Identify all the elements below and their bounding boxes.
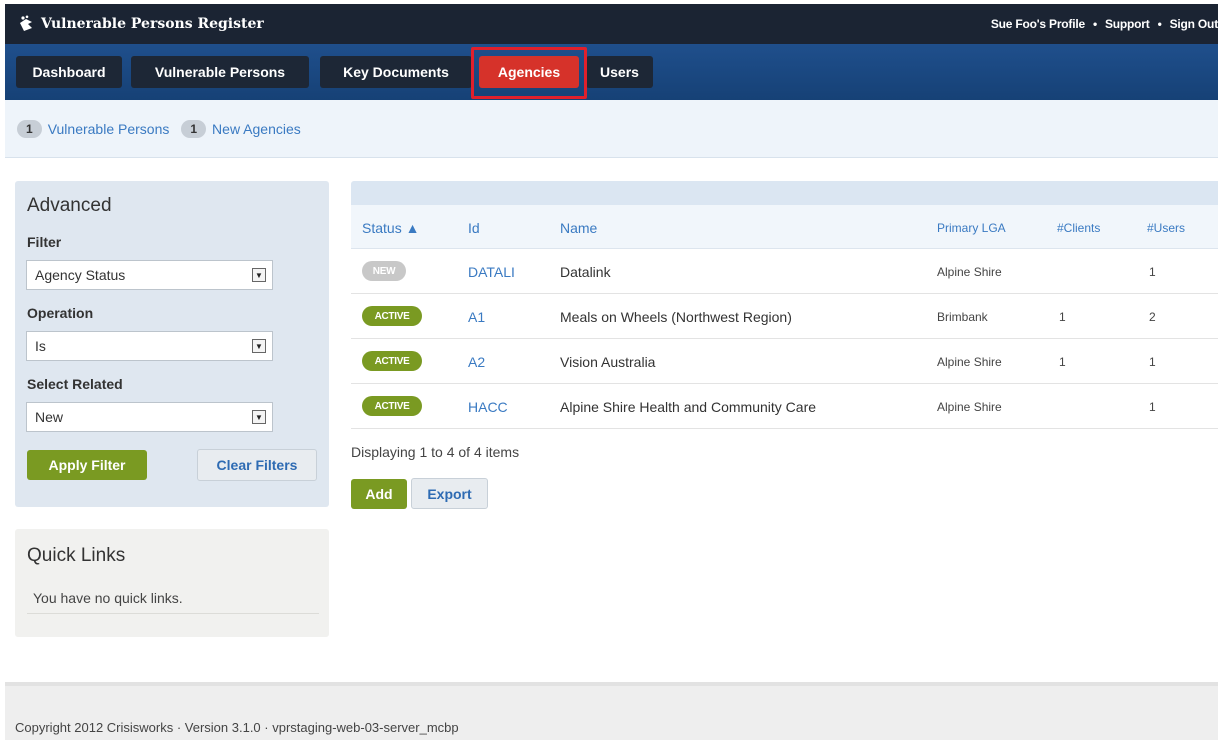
pill-label: New Agencies <box>212 120 301 137</box>
row-name: Meals on Wheels (Northwest Region) <box>560 309 792 325</box>
dropdown-arrow-icon: ▼ <box>252 410 266 424</box>
footer-text: Copyright 2012 Crisisworks · Version 3.1… <box>15 720 459 735</box>
row-users: 2 <box>1149 310 1156 324</box>
top-bar: Vulnerable Persons Register Sue Foo's Pr… <box>5 4 1218 44</box>
column-header-clients[interactable]: #Clients <box>1057 221 1100 235</box>
quick-links-title: Quick Links <box>27 545 126 566</box>
status-badge: ACTIVE <box>362 306 422 326</box>
highlight-box <box>471 47 587 99</box>
apply-filter-button[interactable]: Apply Filter <box>27 450 147 480</box>
column-header-name[interactable]: Name <box>560 220 597 236</box>
sign-out-link[interactable]: Sign Out <box>1170 17 1218 31</box>
operation-select-value: Is <box>35 338 46 354</box>
column-header-status[interactable]: Status ▲ <box>362 220 419 236</box>
advanced-title: Advanced <box>27 195 112 216</box>
main-nav: Dashboard Vulnerable Persons Key Documen… <box>5 44 1218 100</box>
table-row[interactable]: ACTIVE HACC Alpine Shire Health and Comm… <box>351 384 1218 429</box>
count-badge: 1 <box>181 119 207 138</box>
row-id-link[interactable]: HACC <box>468 399 508 415</box>
quick-links-panel: Quick Links You have no quick links. <box>15 529 329 637</box>
table-row[interactable]: NEW DATALI Datalink Alpine Shire 1 <box>351 249 1218 294</box>
pagination-summary: Displaying 1 to 4 of 4 items <box>351 444 520 460</box>
row-users: 1 <box>1149 265 1156 279</box>
divider <box>27 613 319 614</box>
operation-select[interactable]: Is ▼ <box>26 331 273 361</box>
row-users: 1 <box>1149 355 1156 369</box>
row-lga: Brimbank <box>937 310 988 324</box>
column-header-users[interactable]: #Users <box>1147 221 1185 235</box>
filter-select-value: Agency Status <box>35 267 126 283</box>
vulnerable-persons-pill[interactable]: 1 Vulnerable Persons <box>17 119 170 138</box>
operation-label: Operation <box>27 305 94 321</box>
dropdown-arrow-icon: ▼ <box>252 268 266 282</box>
count-badge: 1 <box>17 119 42 138</box>
select-related-label: Select Related <box>27 376 123 392</box>
row-name: Vision Australia <box>560 354 656 370</box>
select-related-value: New <box>35 409 64 425</box>
link-separator: • <box>1092 17 1097 31</box>
export-button[interactable]: Export <box>411 478 488 509</box>
app-title: Vulnerable Persons Register <box>41 16 264 32</box>
footer: Copyright 2012 Crisisworks · Version 3.1… <box>5 682 1218 740</box>
nav-dashboard[interactable]: Dashboard <box>16 56 122 88</box>
select-related-select[interactable]: New ▼ <box>26 402 273 432</box>
row-clients: 1 <box>1059 355 1066 369</box>
row-id-link[interactable]: A2 <box>468 354 485 370</box>
new-agencies-pill[interactable]: 1 New Agencies <box>181 119 301 138</box>
row-clients: 1 <box>1059 310 1066 324</box>
status-badge: NEW <box>362 261 406 281</box>
table-header: Status ▲ Id Name Primary LGA #Clients #U… <box>351 205 1218 249</box>
table-row[interactable]: ACTIVE A1 Meals on Wheels (Northwest Reg… <box>351 294 1218 339</box>
column-header-primary-lga[interactable]: Primary LGA <box>937 221 1006 235</box>
table-row[interactable]: ACTIVE A2 Vision Australia Alpine Shire … <box>351 339 1218 384</box>
nav-key-documents[interactable]: Key Documents <box>320 56 472 88</box>
row-lga: Alpine Shire <box>937 400 1002 414</box>
row-lga: Alpine Shire <box>937 265 1002 279</box>
row-lga: Alpine Shire <box>937 355 1002 369</box>
nav-vulnerable-persons[interactable]: Vulnerable Persons <box>131 56 309 88</box>
row-id-link[interactable]: DATALI <box>468 264 515 280</box>
advanced-filter-panel: Advanced Filter Agency Status ▼ Operatio… <box>15 181 329 507</box>
clear-filters-button[interactable]: Clear Filters <box>197 449 317 481</box>
filter-select[interactable]: Agency Status ▼ <box>26 260 273 290</box>
status-badge: ACTIVE <box>362 396 422 416</box>
status-badge: ACTIVE <box>362 351 422 371</box>
row-users: 1 <box>1149 400 1156 414</box>
row-name: Datalink <box>560 264 611 280</box>
profile-link[interactable]: Sue Foo's Profile <box>991 17 1085 31</box>
hand-logo-icon <box>20 15 32 31</box>
link-separator: • <box>1157 17 1162 31</box>
nav-users[interactable]: Users <box>586 56 653 88</box>
top-links: Sue Foo's Profile • Support • Sign Out <box>991 4 1218 44</box>
row-id-link[interactable]: A1 <box>468 309 485 325</box>
column-header-id[interactable]: Id <box>468 220 480 236</box>
dropdown-arrow-icon: ▼ <box>252 339 266 353</box>
table-toolbar <box>351 181 1218 205</box>
notification-bar: 1 Vulnerable Persons 1 New Agencies <box>5 100 1218 158</box>
quick-links-empty: You have no quick links. <box>33 590 183 606</box>
filter-label: Filter <box>27 234 62 250</box>
row-name: Alpine Shire Health and Community Care <box>560 399 817 415</box>
pill-label: Vulnerable Persons <box>47 120 170 137</box>
brand[interactable]: Vulnerable Persons Register <box>17 15 264 33</box>
add-button[interactable]: Add <box>351 479 407 509</box>
support-link[interactable]: Support <box>1105 17 1150 31</box>
